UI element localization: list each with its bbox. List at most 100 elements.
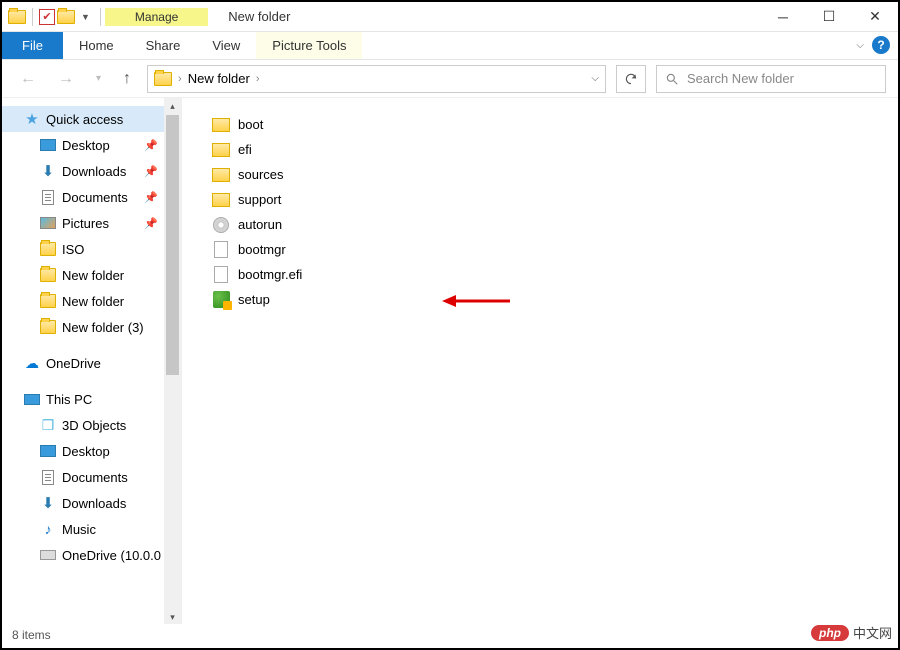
file-name: autorun (238, 217, 282, 232)
breadcrumb-item[interactable]: New folder (188, 71, 250, 86)
cube-icon: ❒ (40, 417, 56, 433)
pin-icon: 📌 (144, 139, 158, 152)
folder-icon[interactable] (57, 10, 75, 24)
file-item-bootmgr[interactable]: bootmgr (212, 237, 898, 262)
sidebar-item-downloads[interactable]: ⬇ Downloads (2, 490, 164, 516)
sidebar-item-downloads[interactable]: ⬇Downloads📌 (2, 158, 164, 184)
sidebar-item-label: New folder (62, 268, 124, 283)
sidebar-item-label: 3D Objects (62, 418, 126, 433)
sidebar-item-documents[interactable]: Documents (2, 464, 164, 490)
up-button[interactable]: ↑ (117, 70, 137, 88)
onedrive-icon: ☁ (24, 355, 40, 371)
search-input[interactable]: Search New folder (656, 65, 886, 93)
qat-dropdown-icon[interactable]: ▼ (77, 12, 94, 22)
sidebar-item-desktop[interactable]: Desktop📌 (2, 132, 164, 158)
sidebar-item-iso[interactable]: ISO (2, 236, 164, 262)
separator (100, 8, 101, 26)
tab-picture-tools[interactable]: Picture Tools (256, 32, 362, 59)
forward-button[interactable]: → (52, 70, 80, 88)
search-icon (665, 72, 679, 86)
explorer-body: ★ Quick access Desktop📌 ⬇Downloads📌 Docu… (2, 98, 898, 626)
sidebar-item-pictures[interactable]: Pictures 📌 (2, 210, 164, 236)
tab-home[interactable]: Home (63, 32, 130, 59)
close-button[interactable]: ✕ (852, 2, 898, 32)
sidebar-scrollbar[interactable]: ▴ ▾ (164, 98, 181, 626)
watermark: php 中文网 (811, 623, 892, 642)
folder-icon (212, 118, 230, 132)
file-item-bootmgr-efi[interactable]: bootmgr.efi (212, 262, 898, 287)
folder-icon (154, 72, 172, 86)
back-button[interactable]: ← (14, 70, 42, 88)
file-item-autorun[interactable]: autorun (212, 212, 898, 237)
download-icon: ⬇ (40, 495, 56, 511)
minimize-button[interactable]: ─ (760, 2, 806, 32)
sidebar-item-label: Downloads (62, 164, 126, 179)
sidebar-quick-access[interactable]: ★ Quick access (2, 106, 164, 132)
file-name: setup (238, 292, 270, 307)
sidebar-item-label: Music (62, 522, 96, 537)
drive-icon (40, 550, 56, 560)
folder-icon (212, 168, 230, 182)
sidebar-item-documents[interactable]: Documents📌 (2, 184, 164, 210)
sidebar-item-label: Pictures (62, 216, 109, 231)
desktop-icon (40, 139, 56, 151)
file-item-support[interactable]: support (212, 187, 898, 212)
file-tab[interactable]: File (2, 32, 63, 59)
folder-icon (212, 193, 230, 207)
help-icon[interactable]: ? (872, 36, 890, 54)
contextual-tab-header: Manage (105, 8, 208, 26)
refresh-button[interactable] (616, 65, 646, 93)
address-bar[interactable]: › New folder › ⌵ (147, 65, 606, 93)
sidebar-item-3d-objects[interactable]: ❒ 3D Objects (2, 412, 164, 438)
scroll-up-icon[interactable]: ▴ (164, 98, 181, 115)
sidebar-item-onedrive-drive[interactable]: OneDrive (10.0.0 (2, 542, 164, 568)
sidebar-item-new-folder[interactable]: New folder (2, 262, 164, 288)
address-dropdown-icon[interactable]: ⌵ (591, 73, 599, 84)
sidebar-item-desktop[interactable]: Desktop (2, 438, 164, 464)
quick-access-toolbar: ✔ ▼ (2, 8, 105, 26)
picture-icon (40, 217, 56, 229)
ribbon-expand-icon[interactable]: ⌵ (856, 40, 864, 51)
status-bar: 8 items (4, 624, 896, 646)
chevron-right-icon[interactable]: › (256, 73, 260, 85)
sidebar-item-label: New folder (62, 294, 124, 309)
music-icon: ♪ (40, 521, 56, 537)
file-list[interactable]: boot efi sources support autorun bootmgr… (182, 98, 898, 626)
file-item-setup[interactable]: setup (212, 287, 898, 312)
file-name: support (238, 192, 281, 207)
tab-view[interactable]: View (196, 32, 256, 59)
navigation-pane: ★ Quick access Desktop📌 ⬇Downloads📌 Docu… (2, 98, 182, 626)
file-icon (214, 266, 228, 283)
file-item-efi[interactable]: efi (212, 137, 898, 162)
sidebar-item-music[interactable]: ♪ Music (2, 516, 164, 542)
sidebar-item-label: ISO (62, 242, 84, 257)
properties-icon[interactable]: ✔ (39, 9, 55, 25)
file-item-sources[interactable]: sources (212, 162, 898, 187)
history-dropdown-icon[interactable]: ▾ (90, 73, 107, 84)
sidebar-item-new-folder-3[interactable]: New folder (3) (2, 314, 164, 340)
sidebar-item-label: New folder (3) (62, 320, 144, 335)
navigation-bar: ← → ▾ ↑ › New folder › ⌵ Search New fold… (2, 60, 898, 98)
folder-icon (212, 143, 230, 157)
chevron-right-icon[interactable]: › (178, 73, 182, 85)
file-icon (214, 241, 228, 258)
annotation-arrow-icon (442, 291, 512, 311)
file-item-boot[interactable]: boot (212, 112, 898, 137)
tab-share[interactable]: Share (130, 32, 197, 59)
folder-icon[interactable] (8, 10, 26, 24)
maximize-button[interactable]: ☐ (806, 2, 852, 32)
document-icon (42, 470, 54, 485)
search-placeholder: Search New folder (687, 71, 794, 86)
refresh-icon (624, 72, 638, 86)
sidebar-item-new-folder[interactable]: New folder (2, 288, 164, 314)
scrollbar-thumb[interactable] (166, 115, 179, 375)
sidebar-this-pc[interactable]: This PC (2, 386, 164, 412)
folder-icon (40, 268, 56, 282)
scrollbar-track[interactable] (164, 115, 181, 609)
sidebar-item-label: Documents (62, 470, 128, 485)
sidebar-onedrive[interactable]: ☁OneDrive (2, 350, 164, 376)
sidebar-item-label: Downloads (62, 496, 126, 511)
pin-icon: 📌 (144, 217, 158, 230)
watermark-text: 中文网 (853, 623, 892, 642)
disc-icon (213, 217, 229, 233)
